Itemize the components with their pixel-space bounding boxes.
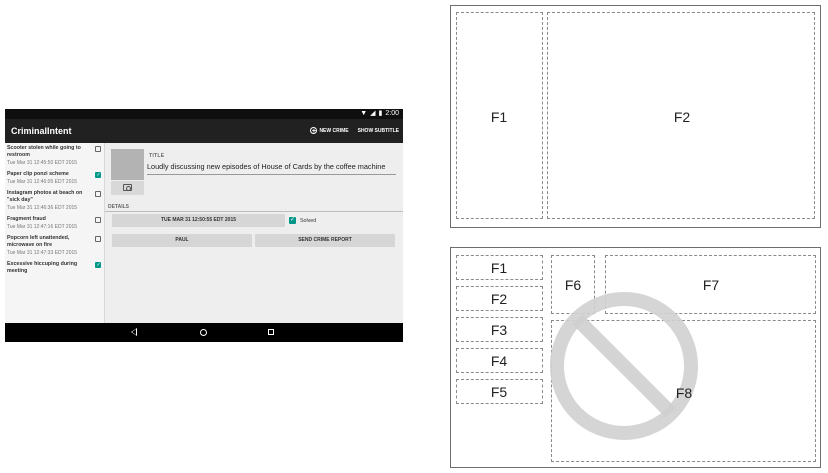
crime-title: Excessive hiccuping during meeting [7,261,78,274]
tablet-screenshot: ▼ ◢ ▮ 2:00 CriminalIntent + NEW CRIME SH… [5,109,403,342]
fragment-label: F1 [490,109,508,125]
divider [105,211,403,212]
navigation-bar [5,323,403,342]
crime-date-button[interactable]: TUE MAR 31 12:50:55 EDT 2015 [112,214,285,227]
solved-checkbox[interactable] [95,146,101,152]
solved-checkbox[interactable] [95,236,101,242]
crime-title: Scooter stolen while going to restroom [7,145,81,158]
fragment-label: F1 [490,260,508,276]
solved-checkbox[interactable] [95,262,101,268]
add-icon: + [310,127,318,135]
crime-title: Popcorn left unattended, microwave on fi… [7,235,70,248]
list-item[interactable]: Instagram photos at beach on "sick day" … [5,188,104,214]
fragment-label: F2 [673,109,691,125]
recents-icon[interactable] [268,329,274,335]
layout-diagram-top: F1 F2 [450,5,821,228]
choose-suspect-button[interactable]: PAUL [112,234,252,247]
status-time: 2:00 [385,110,399,117]
crime-detail-pane: TITLE Loudly discussing new episodes of … [105,143,403,323]
crime-title-field[interactable]: Loudly discussing new episodes of House … [147,162,396,175]
fragment-label: F8 [675,385,693,401]
show-subtitle-label: SHOW SUBTITLE [357,127,399,134]
solved-checkbox[interactable] [95,217,101,223]
action-items: + NEW CRIME SHOW SUBTITLE [310,127,399,135]
fragment-label: F5 [490,384,508,400]
list-item[interactable]: Paper clip ponzi scheme Tue Mar 31 12:46… [5,169,104,188]
details-label: DETAILS [108,204,130,210]
home-icon[interactable] [200,329,207,336]
crime-photo [111,149,144,180]
send-report-button[interactable]: SEND CRIME REPORT [255,234,395,247]
crime-title: Paper clip ponzi scheme [7,171,69,177]
fragment-label: F4 [490,353,508,369]
layout-diagram-bottom: F1 F2 F3 F4 F5 F6 F7 F8 [450,247,821,468]
back-icon[interactable] [131,328,137,336]
fragment-label: F7 [702,277,720,293]
solved-label: Solved [300,218,317,224]
app-title: CriminalIntent [11,126,72,136]
crime-date: Tue Mar 31 12:46:05 EDT 2015 [7,179,78,185]
new-crime-button[interactable]: + NEW CRIME [310,127,349,135]
crime-title: Instagram photos at beach on "sick day" [7,190,83,203]
fragment-label: F6 [564,277,582,293]
crime-date: Tue Mar 31 12:47:33 EDT 2015 [7,250,78,256]
new-crime-label: NEW CRIME [319,127,349,134]
list-item[interactable]: Popcorn left unattended, microwave on fi… [5,233,104,259]
status-bar: ▼ ◢ ▮ 2:00 [5,109,403,119]
crime-date: Tue Mar 31 12:46:36 EDT 2015 [7,205,78,211]
signal-icon: ◢ [370,110,376,117]
crime-date: Tue Mar 31 12:47:16 EDT 2015 [7,224,78,230]
wifi-icon: ▼ [360,110,368,117]
crime-list[interactable]: Scooter stolen while going to restroom T… [5,143,105,323]
list-item[interactable]: Fragment fraud Tue Mar 31 12:47:16 EDT 2… [5,214,104,233]
battery-icon: ▮ [378,110,383,117]
show-subtitle-button[interactable]: SHOW SUBTITLE [358,128,399,134]
status-icons: ▼ ◢ ▮ 2:00 [360,110,399,118]
action-bar: CriminalIntent + NEW CRIME SHOW SUBTITLE [5,119,403,143]
solved-checkbox[interactable] [95,172,101,178]
title-label: TITLE [149,153,165,159]
list-item[interactable]: Excessive hiccuping during meeting [5,259,104,277]
fragment-label: F3 [490,322,508,338]
camera-button[interactable] [111,181,144,195]
fragment-label: F2 [490,291,508,307]
solved-checkbox[interactable] [95,191,101,197]
crime-title: Fragment fraud [7,216,46,222]
camera-icon [123,184,132,191]
crime-date: Tue Mar 31 12:45:50 EDT 2015 [7,160,78,166]
solved-checkbox[interactable] [289,216,296,224]
list-item[interactable]: Scooter stolen while going to restroom T… [5,143,104,169]
